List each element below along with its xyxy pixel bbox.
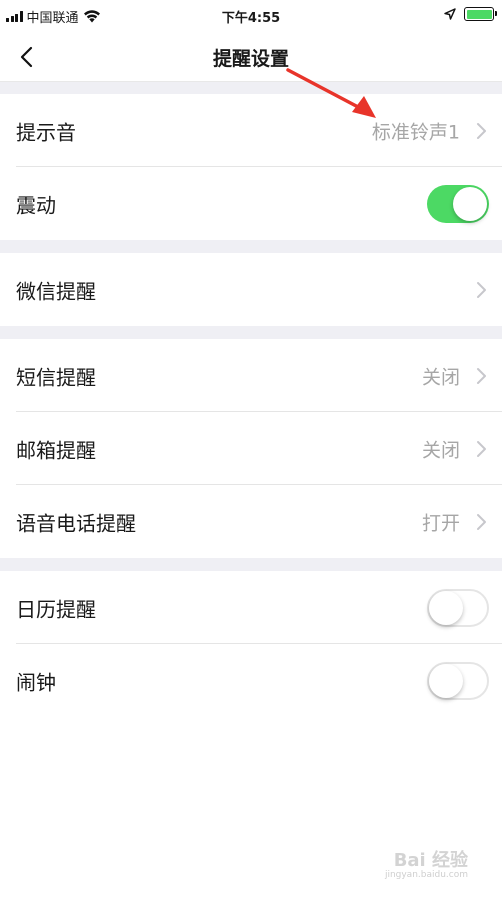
chevron-right-icon xyxy=(477,122,486,139)
chevron-right-icon xyxy=(477,440,486,457)
location-arrow-icon xyxy=(444,8,456,20)
row-calendar-reminder: 日历提醒 xyxy=(0,571,502,644)
row-label: 提示音 xyxy=(16,120,76,144)
row-email-reminder[interactable]: 邮箱提醒 关闭 xyxy=(0,412,502,485)
battery-icon xyxy=(464,7,497,21)
chevron-right-icon xyxy=(477,281,486,298)
row-label: 日历提醒 xyxy=(16,597,96,621)
status-right xyxy=(444,7,497,21)
calendar-toggle[interactable] xyxy=(427,588,489,627)
nav-bar: 提醒设置 xyxy=(0,32,502,82)
row-label: 语音电话提醒 xyxy=(16,511,136,535)
battery-level xyxy=(466,9,492,19)
row-sms-reminder[interactable]: 短信提醒 关闭 xyxy=(0,339,502,412)
toggle-knob xyxy=(429,590,463,625)
toggle-knob xyxy=(453,186,487,221)
row-voice-call-reminder[interactable]: 语音电话提醒 打开 xyxy=(0,485,502,558)
watermark-url: jingyan.baidu.com xyxy=(384,870,468,880)
row-label: 短信提醒 xyxy=(16,365,96,389)
section-gap xyxy=(0,82,502,94)
vibrate-toggle[interactable] xyxy=(427,184,489,223)
row-value: 关闭 xyxy=(421,439,460,461)
row-wechat-reminder[interactable]: 微信提醒 xyxy=(0,253,502,326)
chevron-right-icon xyxy=(477,367,486,384)
status-bar: 中国联通 下午4:55 xyxy=(0,0,502,32)
watermark-logo: Bai 经验 xyxy=(393,850,468,871)
section-gap xyxy=(0,326,502,339)
row-label: 震动 xyxy=(16,193,56,217)
row-label: 微信提醒 xyxy=(16,279,96,303)
row-value: 关闭 xyxy=(421,366,460,388)
chevron-right-icon xyxy=(477,513,486,530)
row-label: 闹钟 xyxy=(16,670,56,694)
row-vibrate: 震动 xyxy=(0,167,502,240)
row-ringtone[interactable]: 提示音 标准铃声1 xyxy=(0,94,502,167)
row-value: 打开 xyxy=(421,512,460,534)
row-label: 邮箱提醒 xyxy=(16,438,96,462)
toggle-knob xyxy=(429,663,463,698)
section-gap xyxy=(0,240,502,253)
row-value: 标准铃声1 xyxy=(371,121,460,143)
section-gap xyxy=(0,558,502,571)
row-alarm: 闹钟 xyxy=(0,644,502,717)
status-time: 下午4:55 xyxy=(221,11,281,26)
page-title: 提醒设置 xyxy=(212,48,289,70)
alarm-toggle[interactable] xyxy=(427,661,489,700)
